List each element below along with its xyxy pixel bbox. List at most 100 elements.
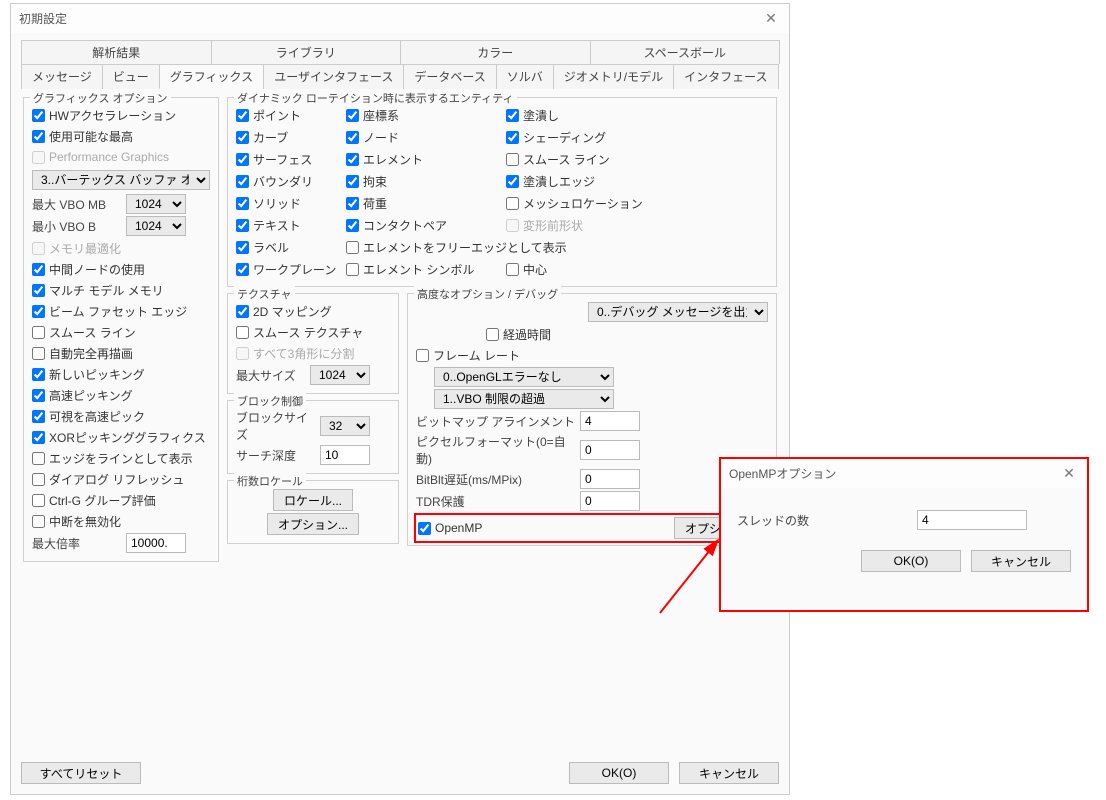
lbl-texmax: 最大サイズ bbox=[236, 367, 306, 384]
chk-boundary[interactable]: バウンダリ bbox=[236, 171, 346, 191]
group-gfx-options: グラフィックス オプション HWアクセラレーション 使用可能な最高 Perfor… bbox=[23, 97, 219, 562]
chk-text[interactable]: テキスト bbox=[236, 215, 346, 235]
omp-cancel-button[interactable]: キャンセル bbox=[971, 550, 1071, 572]
chk-filledge[interactable]: 塗潰しエッジ bbox=[506, 171, 656, 191]
lbl-searchdepth: サーチ深度 bbox=[236, 447, 316, 464]
lbl-max-vbo: 最大 VBO MB bbox=[32, 196, 122, 213]
chk-smoothline2[interactable]: スムース ライン bbox=[506, 149, 656, 169]
cancel-button[interactable]: キャンセル bbox=[679, 762, 779, 784]
chk-best-avail[interactable]: 使用可能な最高 bbox=[32, 126, 210, 146]
chk-workplane[interactable]: ワークプレーン bbox=[236, 259, 346, 279]
input-tdr[interactable] bbox=[580, 491, 640, 511]
input-pixfmt[interactable] bbox=[580, 440, 640, 460]
chk-fill[interactable]: 塗潰し bbox=[506, 105, 656, 125]
chk-smoothtex[interactable]: スムース テクスチャ bbox=[236, 322, 390, 342]
omp-titlebar: OpenMPオプション ✕ bbox=[721, 459, 1087, 488]
lbl-maxmag: 最大倍率 bbox=[32, 535, 122, 552]
chk-label[interactable]: ラベル bbox=[236, 237, 346, 257]
chk-framerate[interactable]: フレーム レート bbox=[416, 345, 768, 365]
tab-view[interactable]: ビュー bbox=[102, 64, 160, 89]
chk-shading[interactable]: シェーディング bbox=[506, 127, 656, 147]
chk-contact[interactable]: コンタクトペア bbox=[346, 215, 506, 235]
input-threads[interactable] bbox=[917, 510, 1027, 530]
locale-option-button[interactable]: オプション... bbox=[267, 513, 359, 535]
omp-close-icon[interactable]: ✕ bbox=[1059, 465, 1079, 482]
tab-interface[interactable]: インタフェース bbox=[673, 64, 778, 89]
content: 解析結果 ライブラリ カラー スペースボール メッセージ ビュー グラフィックス… bbox=[11, 33, 789, 574]
omp-ok-button[interactable]: OK(O) bbox=[861, 550, 961, 572]
chk-meshloc[interactable]: メッシュロケーション bbox=[506, 193, 656, 213]
chk-multimodel[interactable]: マルチ モデル メモリ bbox=[32, 280, 210, 300]
select-texmax[interactable]: 1024 bbox=[310, 365, 370, 385]
chk-2dmap[interactable]: 2D マッピング bbox=[236, 301, 390, 321]
tabrow-1: 解析結果 ライブラリ カラー スペースボール bbox=[21, 39, 779, 63]
lbl-blocksize: ブロックサイズ bbox=[236, 409, 316, 443]
input-maxmag[interactable] bbox=[126, 533, 186, 553]
lbl-tdr: TDR保護 bbox=[416, 493, 576, 510]
chk-vispick[interactable]: 可視を高速ピック bbox=[32, 406, 210, 426]
chk-constraint[interactable]: 拘束 bbox=[346, 171, 506, 191]
reset-all-button[interactable]: すべてリセット bbox=[21, 762, 141, 784]
chk-perf-graphics: Performance Graphics bbox=[32, 147, 210, 167]
chk-ctrlg[interactable]: Ctrl-G グループ評価 bbox=[32, 490, 210, 510]
lbl-threads: スレッドの数 bbox=[737, 512, 897, 529]
chk-elemsymbol[interactable]: エレメント シンボル bbox=[346, 259, 506, 279]
tab-database[interactable]: データベース bbox=[403, 64, 496, 89]
legend-advanced: 高度なオプション / デバッグ bbox=[414, 286, 561, 302]
chk-csys[interactable]: 座標系 bbox=[346, 105, 506, 125]
tab-graphics[interactable]: グラフィックス bbox=[159, 64, 264, 89]
locale-button[interactable]: ロケール... bbox=[273, 489, 353, 511]
select-oglerr[interactable]: 0..OpenGLエラーなし bbox=[434, 367, 614, 387]
select-vbolim[interactable]: 1..VBO 制限の超過 bbox=[434, 389, 614, 409]
tab-solver[interactable]: ソルバ bbox=[496, 64, 554, 89]
select-blocksize[interactable]: 32 bbox=[320, 416, 370, 436]
chk-openmp[interactable]: OpenMP bbox=[418, 518, 670, 538]
chk-freeedge[interactable]: エレメントをフリーエッジとして表示 bbox=[346, 237, 656, 257]
chk-point[interactable]: ポイント bbox=[236, 105, 346, 125]
select-vertex-buffer[interactable]: 3..バーテックス バッファ オ bbox=[32, 170, 210, 190]
select-min-vbo[interactable]: 1024 bbox=[126, 216, 186, 236]
chk-noint[interactable]: 中断を無効化 bbox=[32, 511, 210, 531]
lbl-bmp-align: ビットマップ アラインメント bbox=[416, 413, 576, 430]
tab-library[interactable]: ライブラリ bbox=[211, 40, 402, 64]
close-icon[interactable]: ✕ bbox=[761, 10, 781, 27]
tab-analysis-result[interactable]: 解析結果 bbox=[21, 40, 212, 64]
chk-newpick[interactable]: 新しいピッキング bbox=[32, 364, 210, 384]
tab-color[interactable]: カラー bbox=[400, 40, 591, 64]
chk-autoredraw[interactable]: 自動完全再描画 bbox=[32, 343, 210, 363]
tab-ui[interactable]: ユーザインタフェース bbox=[263, 64, 404, 89]
tab-geom[interactable]: ジオメトリ/モデル bbox=[553, 64, 674, 89]
chk-load[interactable]: 荷重 bbox=[346, 193, 506, 213]
chk-center[interactable]: 中心 bbox=[506, 259, 656, 279]
chk-curve[interactable]: カーブ bbox=[236, 127, 346, 147]
titlebar: 初期設定 ✕ bbox=[11, 4, 789, 33]
chk-xorpick[interactable]: XORピッキンググラフィクス bbox=[32, 427, 210, 447]
chk-midnode[interactable]: 中間ノードの使用 bbox=[32, 259, 210, 279]
input-bitblt[interactable] bbox=[580, 469, 640, 489]
input-searchdepth[interactable] bbox=[320, 445, 370, 465]
select-debugmsg[interactable]: 0..デバッグ メッセージを出力し bbox=[588, 302, 768, 322]
chk-elapsed[interactable]: 経過時間 bbox=[486, 324, 768, 344]
chk-node[interactable]: ノード bbox=[346, 127, 506, 147]
chk-dlgrefresh[interactable]: ダイアログ リフレッシュ bbox=[32, 469, 210, 489]
chk-smoothline[interactable]: スムース ライン bbox=[32, 322, 210, 342]
group-locale: 桁数ロケール ロケール... オプション... bbox=[227, 480, 399, 544]
chk-hw-accel[interactable]: HWアクセラレーション bbox=[32, 105, 210, 125]
chk-beam-facet[interactable]: ビーム ファセット エッジ bbox=[32, 301, 210, 321]
footer-buttons: すべてリセット OK(O) キャンセル bbox=[21, 762, 779, 784]
tab-spaceball[interactable]: スペースボール bbox=[590, 40, 781, 64]
chk-alltri: すべて3角形に分割 bbox=[236, 343, 390, 363]
select-max-vbo[interactable]: 1024 bbox=[126, 194, 186, 214]
omp-title: OpenMPオプション bbox=[729, 465, 836, 482]
chk-surface[interactable]: サーフェス bbox=[236, 149, 346, 169]
chk-solid[interactable]: ソリッド bbox=[236, 193, 346, 213]
chk-fastpick[interactable]: 高速ピッキング bbox=[32, 385, 210, 405]
input-bmp-align[interactable] bbox=[580, 411, 640, 431]
group-dynamic-entities: ダイナミック ローテイション時に表示するエンティティ ポイント 座標系 塗潰し … bbox=[227, 97, 777, 287]
ok-button[interactable]: OK(O) bbox=[569, 762, 669, 784]
tab-message[interactable]: メッセージ bbox=[21, 64, 103, 89]
chk-element[interactable]: エレメント bbox=[346, 149, 506, 169]
chk-edgeline[interactable]: エッジをラインとして表示 bbox=[32, 448, 210, 468]
omp-content: スレッドの数 OK(O) キャンセル bbox=[721, 488, 1087, 584]
legend-texture: テクスチャ bbox=[234, 286, 295, 302]
